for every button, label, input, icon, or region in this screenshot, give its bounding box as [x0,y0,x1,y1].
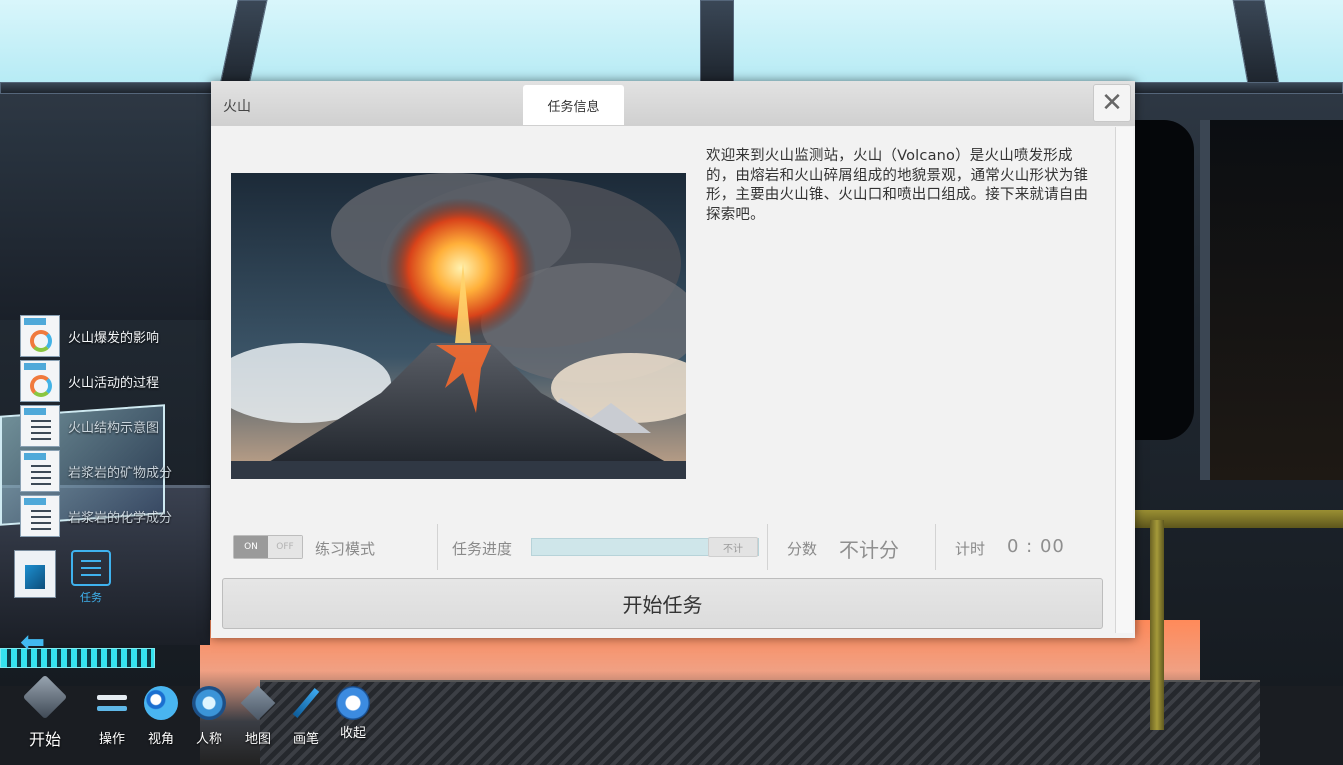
floor-grate [260,680,1260,765]
divider [437,524,438,570]
window-frame [700,0,734,84]
view-icon [144,686,178,720]
practice-mode-label: 练习模式 [315,540,376,558]
back-arrow-icon[interactable]: ⬅ [20,628,45,658]
clipboard-icon [71,550,111,586]
resource-item-label: 火山活动的过程 [68,375,160,391]
resource-item-label: 火山结构示意图 [68,420,160,436]
start-task-button[interactable]: 开始任务 [222,578,1103,629]
toolbar-view[interactable]: 视角 [144,686,178,747]
document-icon [20,405,60,447]
operate-icon [95,686,129,720]
resource-rings-icon [20,360,60,402]
task-info-dialog: 火山 任务信息 ✕ 欢迎来到火山监测站，火山（Volcano）是火山喷发形成的，… [211,81,1135,638]
toggle-off-label: OFF [268,536,302,558]
toolbar-operate[interactable]: 操作 [95,686,129,747]
tab-task-info[interactable]: 任务信息 [523,85,624,125]
divider [935,524,936,570]
cabin-window-left [0,120,210,320]
timer-value: 0 : 00 [1007,536,1065,557]
cube-icon [22,674,68,720]
toolbar-label: 地图 [244,732,271,747]
timer-label: 计时 [955,540,986,558]
divider [767,524,768,570]
railing [1134,510,1343,528]
toolbar-label: 收起 [339,726,366,741]
toolbar-label: 操作 [98,732,125,747]
toolbar-label: 画笔 [292,732,319,747]
status-row: ON OFF 练习模式 任务进度 不计 分数 不计分 计时 0 : 00 [211,521,1111,571]
score-value: 不计分 [839,538,899,562]
toolbar-map[interactable]: 地图 [240,685,276,747]
brush-icon [289,686,323,720]
toolbar-label: 开始 [28,730,61,749]
task-description: 欢迎来到火山监测站，火山（Volcano）是火山喷发形成的，由熔岩和火山碎屑组成… [706,148,1089,223]
resource-item[interactable]: 火山结构示意图 [20,405,220,447]
resource-item[interactable]: 火山活动的过程 [20,360,220,402]
volcano-image [231,173,686,479]
resource-item[interactable]: 岩浆岩的矿物成分 [20,450,220,492]
resource-item-label: 火山爆发的影响 [68,330,160,346]
toolbar-label: 视角 [147,732,174,747]
close-button[interactable]: ✕ [1093,84,1131,122]
dialog-scrollbar[interactable] [1115,127,1133,633]
dialog-header: 火山 任务信息 ✕ [211,81,1135,126]
task-button[interactable]: 任务 [68,550,114,606]
resource-item[interactable]: 岩浆岩的化学成分 [20,495,220,537]
person-icon [192,686,226,720]
toolbar-start[interactable]: 开始 [22,674,68,750]
practice-mode-toggle[interactable]: ON OFF [233,535,303,559]
document-icon [20,495,60,537]
resource-item[interactable]: 火山爆发的影响 [20,315,220,357]
progress-label: 任务进度 [452,540,513,558]
dialog-title: 火山 [223,99,251,115]
book-icon[interactable] [14,550,56,598]
toolbar-brush[interactable]: 画笔 [289,686,323,747]
resource-item-label: 岩浆岩的化学成分 [68,510,173,526]
volcano-illustration [231,173,686,479]
close-icon: ✕ [1101,88,1123,118]
document-icon [20,450,60,492]
resource-item-label: 岩浆岩的矿物成分 [68,465,173,481]
toolbar-label: 人称 [195,732,222,747]
toolbar-person[interactable]: 人称 [192,686,226,747]
cabin-window-right-outer [1200,120,1343,480]
task-button-label: 任务 [80,591,102,604]
bottom-toolbar: 开始 操作 视角 人称 地图 画笔 收起 [0,672,400,765]
cabin-window-right [1134,120,1194,440]
toggle-on-label: ON [234,536,268,558]
map-icon [240,685,276,721]
resource-rings-icon [20,315,60,357]
progress-tag: 不计 [708,537,758,557]
toolbar-collapse[interactable]: 收起 [336,686,370,741]
collapse-icon [336,686,370,720]
score-label: 分数 [787,540,818,558]
railing-post [1150,520,1164,730]
